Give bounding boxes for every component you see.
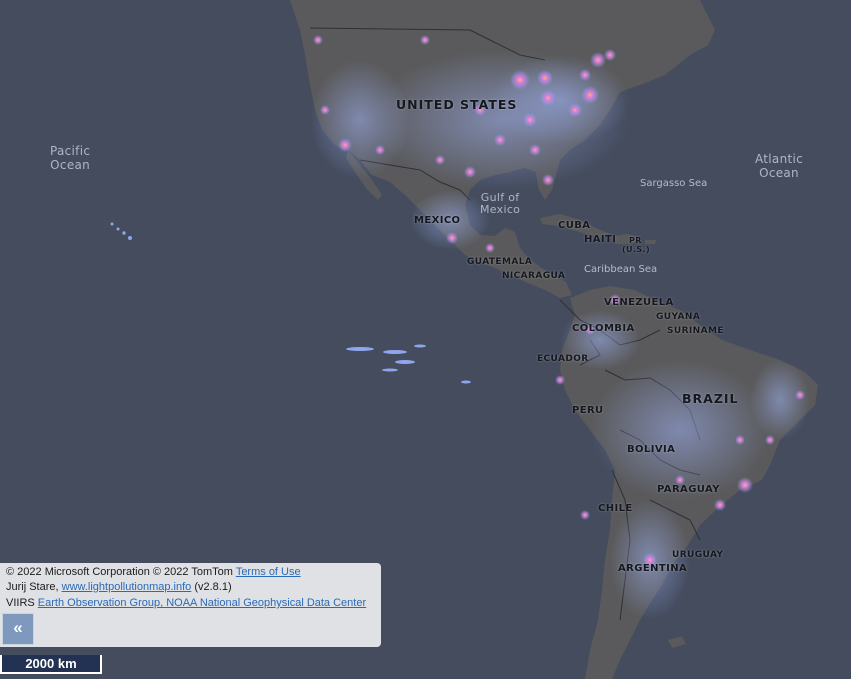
lightpollutionmap-link[interactable]: www.lightpollutionmap.info xyxy=(62,581,192,593)
ocean-label-atlantic: Atlantic Ocean xyxy=(755,152,804,180)
attribution-line-author: Jurij Stare, www.lightpollutionmap.info … xyxy=(6,581,232,593)
version-text: (v2.8.1) xyxy=(191,581,232,593)
scale-label: 2000 km xyxy=(25,656,77,671)
country-label-mexico: MEXICO xyxy=(414,215,461,226)
double-chevron-left-icon: « xyxy=(13,618,23,637)
terms-of-use-link[interactable]: Terms of Use xyxy=(236,566,301,578)
land-puerto-rico xyxy=(645,240,656,244)
country-label-ecuador: ECUADOR xyxy=(537,354,589,364)
viirs-text: VIIRS xyxy=(6,597,38,609)
sea-label-caribbean: Caribbean Sea xyxy=(584,264,658,275)
country-label-pr-us: (U.S.) xyxy=(622,245,651,254)
ocean-label-gulf-of-mexico: Gulf of Mexico xyxy=(480,191,521,216)
country-label-venezuela: VENEZUELA xyxy=(604,297,674,308)
scale-bar: 2000 km xyxy=(0,655,102,674)
attribution-line-viirs: VIIRS Earth Observation Group, NOAA Nati… xyxy=(6,597,366,609)
country-label-bolivia: BOLIVIA xyxy=(627,444,676,455)
country-label-argentina: ARGENTINA xyxy=(618,563,688,574)
author-text: Jurij Stare, xyxy=(6,581,62,593)
country-label-suriname: SURINAME xyxy=(667,326,724,336)
country-label-chile: CHILE xyxy=(598,503,633,514)
country-label-guatemala: GUATEMALA xyxy=(467,257,533,267)
country-label-haiti: HAITI xyxy=(584,234,617,245)
noaa-link[interactable]: Earth Observation Group, NOAA National G… xyxy=(38,597,366,609)
country-label-brazil: BRAZIL xyxy=(682,391,739,406)
ocean-label-pacific: Pacific Ocean xyxy=(50,144,91,172)
copyright-text: © 2022 Microsoft Corporation © 2022 TomT… xyxy=(6,566,236,578)
attribution-panel: © 2022 Microsoft Corporation © 2022 TomT… xyxy=(0,563,381,647)
country-label-paraguay: PARAGUAY xyxy=(657,484,720,495)
country-label-pr: PR xyxy=(629,236,642,245)
country-label-colombia: COLOMBIA xyxy=(572,323,635,334)
sea-label-sargasso: Sargasso Sea xyxy=(640,178,708,189)
country-label-cuba: CUBA xyxy=(558,220,591,231)
country-label-uruguay: URUGUAY xyxy=(672,550,724,560)
country-label-nicaragua: NICARAGUA xyxy=(502,271,566,281)
attribution-line-copyright: © 2022 Microsoft Corporation © 2022 TomT… xyxy=(6,566,301,578)
country-label-usa: UNITED STATES xyxy=(396,97,518,112)
collapse-attribution-button[interactable]: « xyxy=(2,613,34,645)
country-label-peru: PERU xyxy=(572,405,604,416)
country-label-guyana: GUYANA xyxy=(656,312,701,322)
